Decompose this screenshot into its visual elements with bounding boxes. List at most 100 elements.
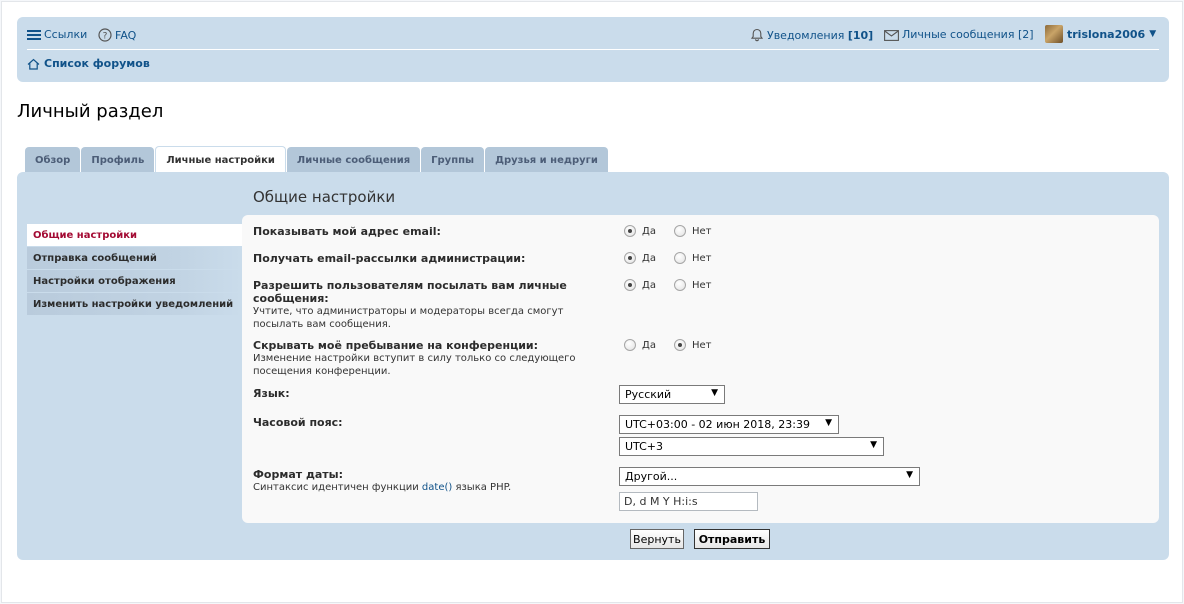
navbar-top-row: Ссылки ? FAQ Уведомления [10] Личные соо… (27, 25, 1159, 47)
radio-label-no: Нет (691, 252, 712, 264)
date-format-input-value: D, d M Y H:i:s (624, 495, 698, 508)
show-email-yes[interactable]: Да (624, 225, 656, 237)
radio-yes-checked[interactable] (624, 252, 636, 264)
breadcrumb[interactable]: Список форумов (27, 57, 150, 70)
bell-icon (750, 28, 764, 42)
notifications-count: [10] (847, 28, 874, 42)
admin-email-no[interactable]: Нет (673, 252, 712, 264)
show-email-no[interactable]: Нет (673, 225, 712, 237)
user-menu[interactable]: trislona2006 ▼ (1045, 25, 1156, 43)
setting-admin-email: Получать email-рассылки администрации: Д… (253, 252, 1143, 265)
timezone-label: Часовой пояс: (253, 416, 343, 429)
tab-friends-foes[interactable]: Друзья и недруги (485, 147, 608, 173)
tab-private-messages[interactable]: Личные сообщения (286, 147, 421, 173)
sidebar-menu: Общие настройки Отправка сообщений Настр… (27, 224, 242, 316)
timezone-zone-select[interactable]: UTC+3 ▼ (619, 437, 884, 456)
radio-no[interactable] (673, 279, 686, 291)
show-email-label: Показывать мой адрес email: (253, 225, 441, 238)
svg-text:?: ? (103, 32, 108, 42)
hide-online-yes[interactable]: Да (624, 339, 656, 351)
allow-pm-explain: Учтите, что администраторы и модераторы … (253, 306, 564, 330)
radio-no[interactable] (673, 252, 686, 264)
radio-label-yes: Да (642, 279, 656, 291)
allow-pm-yes[interactable]: Да (624, 279, 656, 291)
quick-links-menu[interactable]: Ссылки (27, 28, 87, 41)
language-select[interactable]: Русский ▼ (619, 385, 725, 404)
admin-email-label: Получать email-рассылки администрации: (253, 252, 526, 265)
chevron-down-icon: ▼ (1149, 29, 1157, 39)
navbar-divider (27, 49, 1159, 50)
private-messages-link[interactable]: Личные сообщения [2] (884, 28, 1034, 41)
radio-label-no: Нет (691, 225, 712, 237)
timezone-date-select[interactable]: UTC+03:00 - 02 июн 2018, 23:39 ▼ (619, 415, 839, 434)
language-label: Язык: (253, 387, 290, 400)
date-format-select-value: Другой... (625, 470, 678, 483)
ucp-tabs: Обзор Профиль Личные настройки Личные со… (25, 146, 609, 173)
question-icon: ? (98, 28, 112, 42)
notifications-label: Уведомления (767, 28, 845, 42)
radio-no[interactable] (673, 225, 686, 237)
radio-yes-checked[interactable] (624, 279, 636, 291)
sidebar-item-display[interactable]: Настройки отображения (27, 270, 242, 292)
private-messages-label: Личные сообщения (902, 28, 1015, 41)
faq-label: FAQ (115, 28, 137, 42)
radio-yes-checked[interactable] (624, 225, 636, 237)
tab-preferences[interactable]: Личные настройки (155, 146, 286, 173)
page-title: Личный раздел (17, 101, 164, 122)
date-format-explain-text: Синтаксис идентичен функции (253, 482, 422, 493)
allow-pm-no[interactable]: Нет (673, 279, 712, 291)
show-email-options: Да Нет (624, 225, 729, 237)
hide-online-explain: Изменение настройки вступит в силу тольк… (253, 353, 576, 377)
breadcrumb-forum-index: Список форумов (44, 57, 150, 70)
radio-yes[interactable] (624, 339, 636, 351)
dropdown-arrow-icon: ▼ (906, 470, 913, 480)
sidebar-item-notifications[interactable]: Изменить настройки уведомлений (27, 293, 242, 315)
php-date-link[interactable]: date() (422, 482, 452, 493)
envelope-icon (884, 29, 899, 41)
dropdown-arrow-icon: ▼ (825, 418, 832, 428)
hamburger-icon (27, 29, 41, 41)
language-select-value: Русский (625, 388, 672, 401)
timezone-zone-value: UTC+3 (625, 440, 664, 453)
date-format-select[interactable]: Другой... ▼ (619, 467, 920, 486)
timezone-date-value: UTC+03:00 - 02 июн 2018, 23:39 (625, 418, 810, 431)
hide-online-no[interactable]: Нет (673, 339, 712, 351)
radio-label-yes: Да (642, 225, 656, 237)
setting-show-email: Показывать мой адрес email: Да Нет (253, 225, 1143, 238)
username: trislona2006 (1067, 27, 1146, 41)
admin-email-yes[interactable]: Да (624, 252, 656, 264)
date-format-explain-suffix: языка PHP. (452, 482, 512, 493)
admin-email-options: Да Нет (624, 252, 729, 264)
radio-label-yes: Да (642, 252, 656, 264)
section-title: Общие настройки (253, 188, 396, 206)
radio-label-yes: Да (642, 339, 656, 351)
tab-profile[interactable]: Профиль (81, 147, 155, 173)
dropdown-arrow-icon: ▼ (870, 440, 877, 450)
sidebar-item-global-settings[interactable]: Общие настройки (27, 224, 242, 246)
tab-overview[interactable]: Обзор (25, 147, 81, 173)
sidebar-item-posting[interactable]: Отправка сообщений (27, 247, 242, 269)
hide-online-options: Да Нет (624, 339, 729, 351)
dropdown-arrow-icon: ▼ (711, 388, 718, 398)
hide-online-label: Скрывать моё пребывание на конференции: (253, 339, 539, 352)
radio-no-checked[interactable] (673, 339, 686, 351)
setting-allow-pm: Разрешить пользователям посылать вам лич… (253, 279, 1143, 331)
radio-label-no: Нет (691, 279, 712, 291)
settings-form: Показывать мой адрес email: Да Нет Получ… (242, 215, 1159, 523)
allow-pm-label: Разрешить пользователям посылать вам лич… (253, 279, 567, 305)
avatar (1045, 25, 1063, 43)
faq-link[interactable]: ? FAQ (98, 28, 136, 42)
reset-button[interactable]: Вернуть (630, 529, 684, 549)
page: Ссылки ? FAQ Уведомления [10] Личные соо… (1, 1, 1183, 603)
date-format-label: Формат даты: (253, 468, 343, 481)
notifications-link[interactable]: Уведомления [10] (750, 28, 873, 42)
private-messages-count: [2] (1017, 28, 1034, 41)
radio-label-no: Нет (691, 339, 712, 351)
submit-button[interactable]: Отправить (694, 529, 770, 549)
quick-links-label: Ссылки (44, 28, 88, 41)
navbar: Ссылки ? FAQ Уведомления [10] Личные соо… (17, 17, 1169, 82)
tab-groups[interactable]: Группы (421, 147, 485, 173)
allow-pm-options: Да Нет (624, 279, 729, 291)
ucp-panel: Общие настройки Отправка сообщений Настр… (17, 172, 1169, 560)
date-format-input[interactable]: D, d M Y H:i:s (619, 492, 758, 511)
